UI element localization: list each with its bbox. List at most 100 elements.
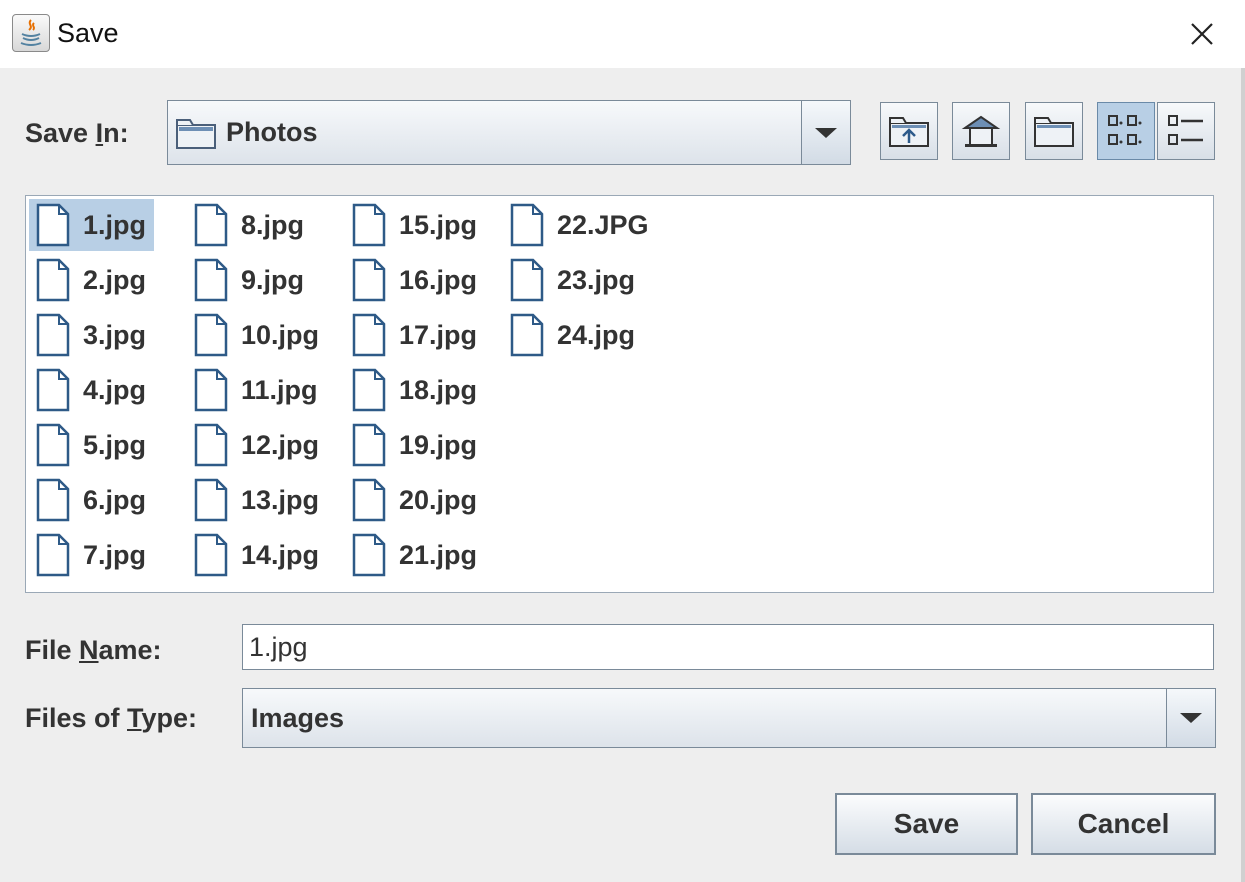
file-item[interactable]: 15.jpg <box>345 199 485 251</box>
cancel-button[interactable]: Cancel <box>1031 793 1216 855</box>
file-icon <box>193 533 229 577</box>
file-type-dropdown-arrow[interactable] <box>1166 689 1215 747</box>
file-icon <box>351 258 387 302</box>
file-item[interactable]: 24.jpg <box>503 309 643 361</box>
chevron-down-icon <box>815 127 837 138</box>
new-folder-button[interactable] <box>1025 102 1083 160</box>
file-name: 12.jpg <box>241 429 320 460</box>
file-icon <box>35 313 71 357</box>
file-name: 17.jpg <box>399 319 478 350</box>
file-name: 5.jpg <box>83 429 147 460</box>
up-one-level-button[interactable] <box>880 102 938 160</box>
file-name: 19.jpg <box>399 429 478 460</box>
save-in-value: Photos <box>226 117 318 147</box>
save-in-label: Save In: <box>25 118 129 148</box>
file-name: 20.jpg <box>399 484 478 515</box>
file-icon <box>193 203 229 247</box>
file-icon <box>193 423 229 467</box>
file-icon <box>351 313 387 357</box>
file-item[interactable]: 11.jpg <box>187 364 326 416</box>
java-icon <box>12 14 50 52</box>
file-name: 23.jpg <box>557 264 636 295</box>
file-item[interactable]: 19.jpg <box>345 419 485 471</box>
file-item[interactable]: 10.jpg <box>187 309 327 361</box>
file-icon <box>351 368 387 412</box>
close-button[interactable] <box>1184 16 1220 52</box>
file-item[interactable]: 9.jpg <box>187 254 312 306</box>
file-icon <box>35 368 71 412</box>
file-item[interactable]: 1.jpg <box>29 199 155 251</box>
file-item[interactable]: 8.jpg <box>187 199 312 251</box>
folder-icon <box>176 118 216 149</box>
file-name: 14.jpg <box>241 539 320 570</box>
file-item[interactable]: 14.jpg <box>187 529 327 581</box>
file-name: 8.jpg <box>241 209 305 240</box>
file-icon <box>193 478 229 522</box>
file-item[interactable]: 21.jpg <box>345 529 485 581</box>
list-view-button[interactable] <box>1097 102 1155 160</box>
file-icon <box>351 423 387 467</box>
file-item[interactable]: 20.jpg <box>345 474 485 526</box>
file-item[interactable]: 3.jpg <box>29 309 154 361</box>
save-in-combo[interactable]: Photos <box>167 100 851 165</box>
list-view-icon <box>1108 115 1142 145</box>
file-name-input[interactable]: 1.jpg <box>242 624 1214 670</box>
file-icon <box>193 368 229 412</box>
file-name: 13.jpg <box>241 484 320 515</box>
file-name: 22.JPG <box>557 209 649 240</box>
file-item[interactable]: 6.jpg <box>29 474 154 526</box>
file-name: 3.jpg <box>83 319 147 350</box>
new-folder-icon <box>1034 117 1074 147</box>
save-in-dropdown-arrow[interactable] <box>801 101 850 164</box>
file-name-label: File Name: <box>25 635 162 665</box>
home-icon <box>961 115 1001 147</box>
file-type-value: Images <box>251 702 345 733</box>
title-bar: Save <box>0 0 1245 68</box>
file-type-label: Files of Type: <box>25 703 198 733</box>
file-name: 11.jpg <box>241 374 318 405</box>
file-icon <box>35 203 71 247</box>
home-button[interactable] <box>952 102 1010 160</box>
file-icon <box>35 478 71 522</box>
file-item[interactable]: 4.jpg <box>29 364 154 416</box>
file-icon <box>193 258 229 302</box>
file-icon <box>35 423 71 467</box>
file-name: 15.jpg <box>399 209 478 240</box>
file-icon <box>509 313 545 357</box>
file-icon <box>509 258 545 302</box>
file-icon <box>351 478 387 522</box>
file-icon <box>35 258 71 302</box>
file-type-combo[interactable]: Images <box>242 688 1216 748</box>
save-button[interactable]: Save <box>835 793 1018 855</box>
file-item[interactable]: 17.jpg <box>345 309 485 361</box>
folder-up-icon <box>889 117 929 147</box>
file-name: 6.jpg <box>83 484 147 515</box>
file-item[interactable]: 5.jpg <box>29 419 154 471</box>
details-view-button[interactable] <box>1157 102 1215 160</box>
file-list[interactable]: 1.jpg 2.jpg 3.jpg 4.jpg 5.jpg 6.jpg 7.jpg 8.jpg… <box>25 195 1214 593</box>
file-item[interactable]: 16.jpg <box>345 254 485 306</box>
file-item[interactable]: 23.jpg <box>503 254 643 306</box>
file-name: 9.jpg <box>241 264 305 295</box>
file-name: 4.jpg <box>83 374 147 405</box>
file-icon <box>35 533 71 577</box>
file-icon <box>509 203 545 247</box>
file-item[interactable]: 22.JPG <box>503 199 657 251</box>
file-name: 16.jpg <box>399 264 478 295</box>
file-name: 21.jpg <box>399 539 478 570</box>
file-icon <box>351 533 387 577</box>
window-title: Save <box>57 18 119 48</box>
window-border <box>1241 68 1245 882</box>
chevron-down-icon <box>1180 713 1202 723</box>
file-name: 2.jpg <box>83 264 147 295</box>
file-name: 10.jpg <box>241 319 320 350</box>
file-item[interactable]: 7.jpg <box>29 529 154 581</box>
file-item[interactable]: 2.jpg <box>29 254 154 306</box>
file-item[interactable]: 18.jpg <box>345 364 485 416</box>
file-item[interactable]: 13.jpg <box>187 474 327 526</box>
file-name: 24.jpg <box>557 319 636 350</box>
file-item[interactable]: 12.jpg <box>187 419 327 471</box>
file-name: 18.jpg <box>399 374 478 405</box>
file-icon <box>193 313 229 357</box>
file-icon <box>351 203 387 247</box>
